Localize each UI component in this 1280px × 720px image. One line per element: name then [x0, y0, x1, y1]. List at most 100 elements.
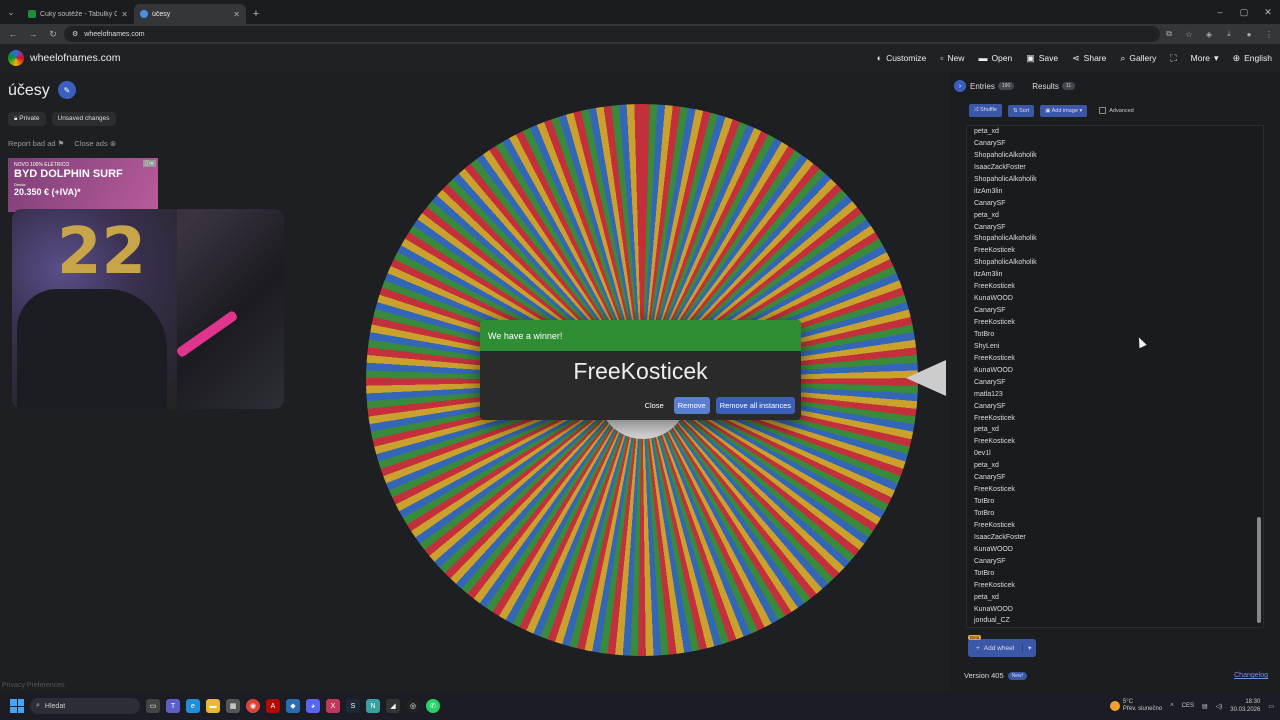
- entry-line[interactable]: TotBro: [974, 496, 1263, 508]
- close-button[interactable]: Close: [641, 397, 668, 414]
- language-button[interactable]: ⊕ English: [1233, 53, 1272, 64]
- taskbar-search[interactable]: ⌕ Hledat: [30, 698, 140, 714]
- share-button[interactable]: ⋖ Share: [1072, 53, 1106, 64]
- teams-icon[interactable]: T: [166, 699, 180, 713]
- entry-line[interactable]: CanarySF: [974, 556, 1263, 568]
- extension-icon[interactable]: ◈: [1202, 27, 1216, 41]
- new-button[interactable]: ▫ New: [940, 53, 964, 63]
- acrobat-icon[interactable]: A: [266, 699, 280, 713]
- entry-line[interactable]: KunaWOOD: [974, 365, 1263, 377]
- notepad-icon[interactable]: N: [366, 699, 380, 713]
- browser-tab-wheel[interactable]: účesy ✕: [134, 4, 246, 24]
- entry-line[interactable]: FreeKosticek: [974, 580, 1263, 592]
- maximize-icon[interactable]: ▢: [1232, 0, 1256, 24]
- entry-line[interactable]: itzAm3lin: [974, 269, 1263, 281]
- close-tab-icon[interactable]: ✕: [233, 10, 240, 19]
- entry-line[interactable]: KunaWOOD: [974, 293, 1263, 305]
- entry-line[interactable]: CanarySF: [974, 198, 1263, 210]
- minimize-icon[interactable]: –: [1208, 0, 1232, 24]
- collapse-panel-icon[interactable]: ›: [954, 80, 966, 92]
- entry-line[interactable]: CanarySF: [974, 138, 1263, 150]
- entry-line[interactable]: FreeKosticek: [974, 281, 1263, 293]
- changelog-link[interactable]: Changelog: [1234, 672, 1268, 679]
- new-tab-icon[interactable]: +: [246, 4, 266, 24]
- shuffle-button[interactable]: ⤮ Shuffle: [969, 104, 1002, 117]
- close-tab-icon[interactable]: ✕: [121, 10, 128, 19]
- add-wheel-main[interactable]: + Add wheel: [968, 645, 1022, 652]
- entry-line[interactable]: TotBro: [974, 508, 1263, 520]
- brand-name[interactable]: wheelofnames.com: [30, 52, 120, 64]
- entry-line[interactable]: itzAm3lin: [974, 186, 1263, 198]
- forward-icon[interactable]: →: [24, 25, 42, 43]
- entry-line[interactable]: FreeKosticek: [974, 317, 1263, 329]
- chrome-icon[interactable]: ◉: [246, 699, 260, 713]
- entry-line[interactable]: FreeKosticek: [974, 436, 1263, 448]
- private-badge[interactable]: 🔒︎ Private: [8, 112, 46, 126]
- steam-icon[interactable]: S: [346, 699, 360, 713]
- privacy-preferences-link[interactable]: Privacy Preferences: [2, 682, 65, 689]
- ad-choices-icon[interactable]: ⓘ✕: [142, 160, 156, 167]
- entry-line[interactable]: ShopaholicAlkoholik: [974, 257, 1263, 269]
- report-ad-link[interactable]: Report bad ad ⚑: [8, 139, 64, 148]
- back-icon[interactable]: ←: [4, 25, 22, 43]
- entries-scrollbar[interactable]: [1256, 127, 1262, 627]
- notification-icon[interactable]: ▭: [1268, 703, 1274, 710]
- shield-icon[interactable]: ◆: [286, 699, 300, 713]
- whatsapp-icon[interactable]: ✆: [426, 699, 440, 713]
- advanced-checkbox[interactable]: Advanced: [1099, 107, 1134, 114]
- entry-line[interactable]: peta_xd: [974, 424, 1263, 436]
- bookmark-star-icon[interactable]: ☆: [1182, 27, 1196, 41]
- file-explorer-icon[interactable]: ▬: [206, 699, 220, 713]
- close-ads-link[interactable]: Close ads ⊗: [74, 139, 116, 148]
- download-icon[interactable]: ⤓: [1222, 27, 1236, 41]
- clock[interactable]: 18:30 30.03.2026: [1230, 698, 1260, 714]
- entry-line[interactable]: KunaWOOD: [974, 544, 1263, 556]
- xbox-icon[interactable]: X: [326, 699, 340, 713]
- store-icon[interactable]: ▦: [226, 699, 240, 713]
- entry-line[interactable]: ShopaholicAlkoholik: [974, 174, 1263, 186]
- remove-all-button[interactable]: Remove all instances: [715, 397, 795, 414]
- profile-icon[interactable]: ●: [1242, 27, 1256, 41]
- entry-line[interactable]: peta_xd: [974, 210, 1263, 222]
- advertisement[interactable]: NOVO 100% ELÉTRICO BYD DOLPHIN SURF Desd…: [8, 158, 158, 212]
- entry-line[interactable]: IsaacZackFoster: [974, 532, 1263, 544]
- translate-icon[interactable]: ⧉: [1162, 27, 1176, 41]
- tab-search-icon[interactable]: ⌄: [0, 0, 22, 24]
- entry-line[interactable]: FreeKosticek: [974, 484, 1263, 496]
- entry-line[interactable]: 0ev1l: [974, 448, 1263, 460]
- entry-line[interactable]: FreeKosticek: [974, 353, 1263, 365]
- reload-icon[interactable]: ↻: [44, 25, 62, 43]
- weather-widget[interactable]: 5°C Přev. slunečno: [1109, 699, 1162, 713]
- more-button[interactable]: More ▾: [1191, 53, 1219, 64]
- gallery-button[interactable]: ⌕ Gallery: [1120, 53, 1156, 64]
- discord-icon[interactable]: ◕: [306, 699, 320, 713]
- entry-line[interactable]: CanarySF: [974, 222, 1263, 234]
- entry-line[interactable]: TotBro: [974, 568, 1263, 580]
- entry-line[interactable]: CanarySF: [974, 401, 1263, 413]
- entry-line[interactable]: CanarySF: [974, 377, 1263, 389]
- entry-line[interactable]: peta_xd: [974, 592, 1263, 604]
- edit-title-button[interactable]: ✎: [58, 81, 76, 99]
- sort-button[interactable]: ⇅ Sort: [1007, 104, 1035, 117]
- volume-icon[interactable]: ◁): [1216, 703, 1223, 710]
- open-button[interactable]: ▬ Open: [978, 53, 1012, 63]
- url-input[interactable]: ⚙ wheelofnames.com: [64, 26, 1160, 42]
- entry-line[interactable]: IsaacZackFoster: [974, 162, 1263, 174]
- chevron-down-icon[interactable]: ▾: [1022, 644, 1036, 652]
- video-editor-icon[interactable]: ◢: [386, 699, 400, 713]
- language-indicator[interactable]: CES: [1182, 703, 1194, 709]
- entry-line[interactable]: FreeKosticek: [974, 245, 1263, 257]
- edge-icon[interactable]: e: [186, 699, 200, 713]
- add-image-button[interactable]: ▣ Add image ▾: [1040, 104, 1088, 117]
- entry-line[interactable]: ShopaholicAlkoholik: [974, 233, 1263, 245]
- entry-line[interactable]: jondual_CZ: [974, 615, 1263, 627]
- close-window-icon[interactable]: ✕: [1256, 0, 1280, 24]
- obs-icon[interactable]: ◎: [406, 699, 420, 713]
- tab-entries[interactable]: Entries 190: [970, 82, 1015, 91]
- kebab-menu-icon[interactable]: ⋮: [1262, 27, 1276, 41]
- customize-button[interactable]: ◐ Customize: [877, 53, 927, 63]
- entry-line[interactable]: CanarySF: [974, 472, 1263, 484]
- entry-line[interactable]: ShyLeni: [974, 341, 1263, 353]
- tab-results[interactable]: Results 11: [1032, 82, 1076, 91]
- tray-chevron-icon[interactable]: ˄: [1170, 703, 1174, 709]
